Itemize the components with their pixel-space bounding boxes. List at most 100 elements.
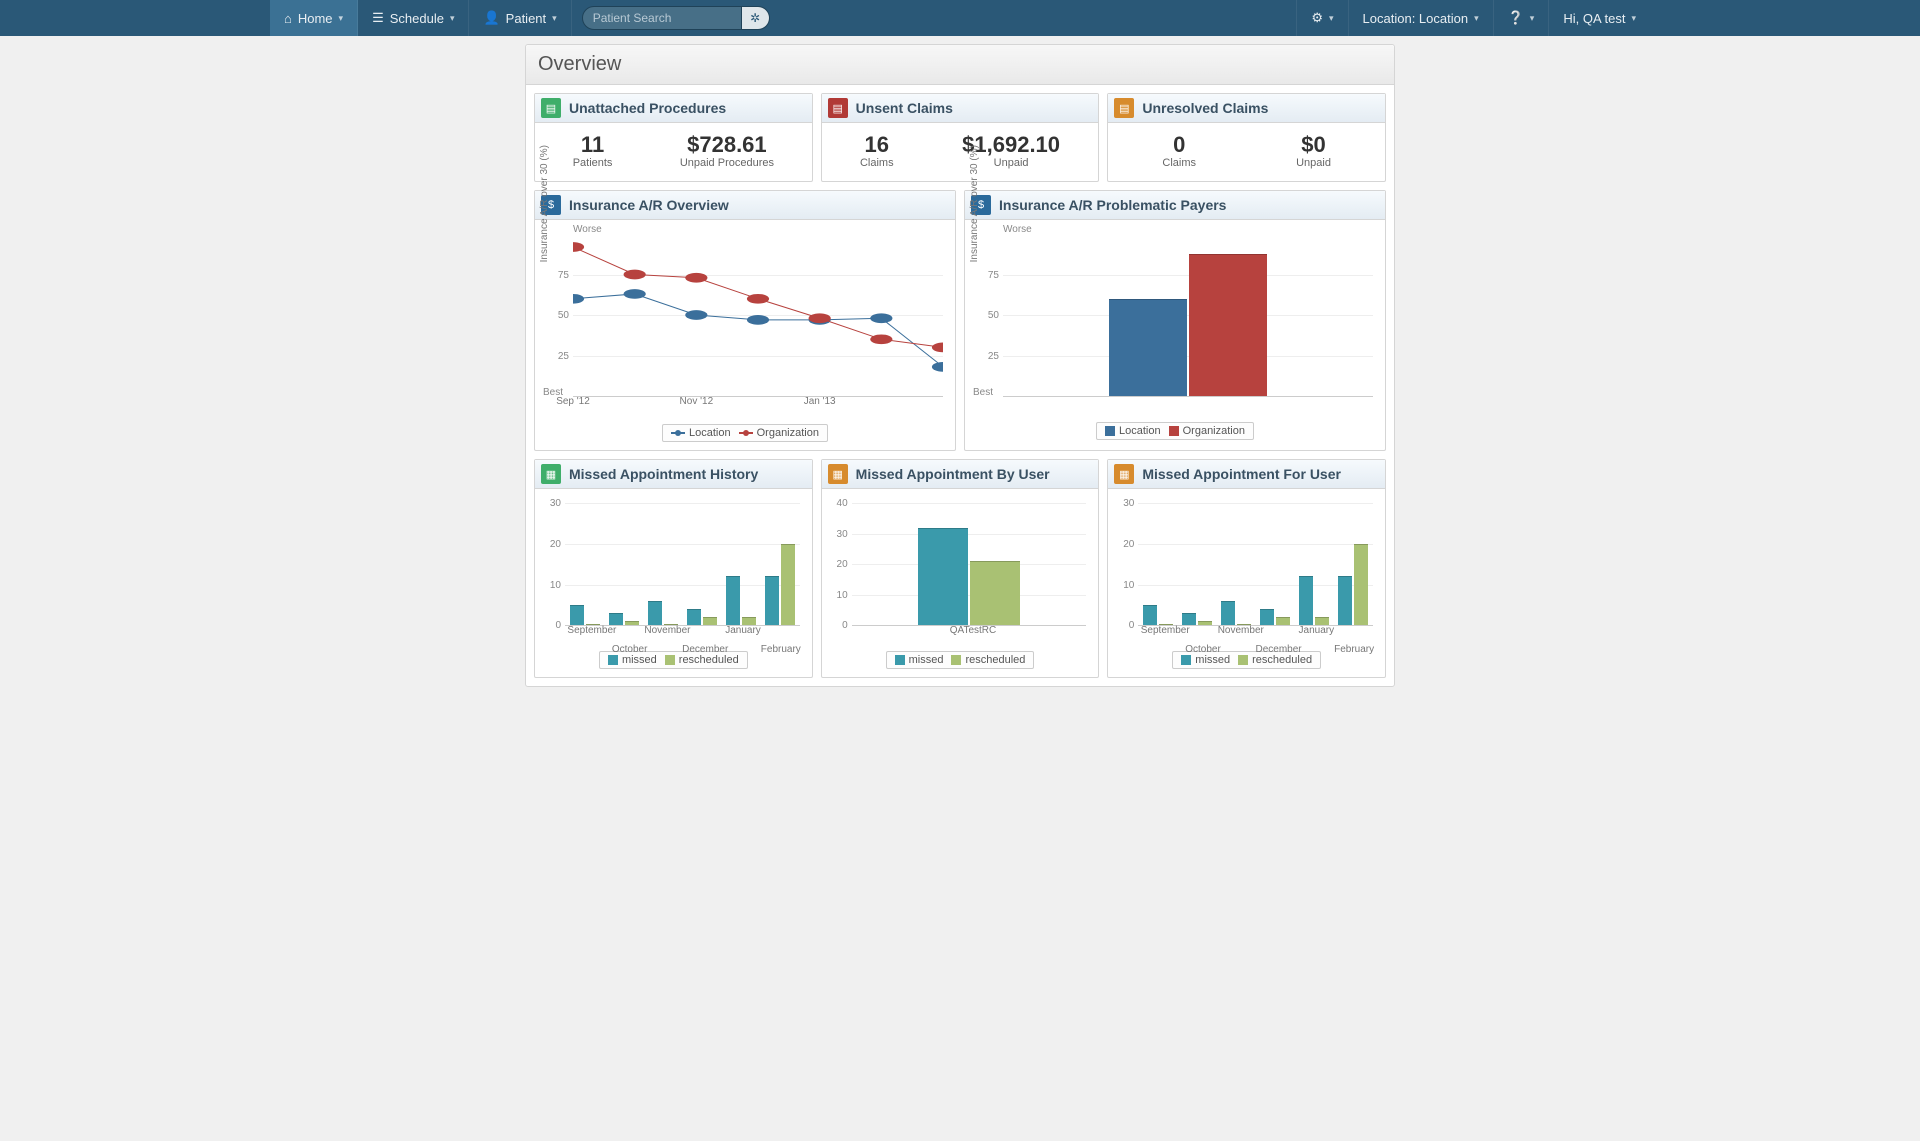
card-missed-for-user: ▦ Missed Appointment For User 0102030 Se… <box>1107 459 1386 678</box>
gear-icon: ⚙ <box>1311 10 1323 26</box>
legend-swatch <box>608 655 618 665</box>
card-title: Missed Appointment History <box>569 466 758 482</box>
chart-missed-by-user: 010203040 QATestRC <box>830 495 1091 645</box>
legend-row: missed rescheduled <box>830 651 1091 669</box>
chart-plot: 0102030 <box>565 503 800 625</box>
nav-patient-label: Patient <box>506 11 546 26</box>
calendar-icon: ▦ <box>541 464 561 484</box>
axis-note-best: Best <box>973 387 993 398</box>
card-header: ▤ Unattached Procedures <box>535 94 812 123</box>
kpi-value: $0 <box>1296 133 1331 157</box>
chart-body: 010203040 QATestRC missed rescheduled <box>822 489 1099 677</box>
legend-swatch <box>665 655 675 665</box>
kpi: $0 Unpaid <box>1296 133 1331 169</box>
card-header: ▦ Missed Appointment By User <box>822 460 1099 489</box>
legend-row: Location Organization <box>973 422 1377 440</box>
chart-body: Worse Insurance A/R over 30 (%) 255075 B… <box>965 220 1385 448</box>
chart-body: 0102030 SeptemberOctoberNovemberDecember… <box>1108 489 1385 677</box>
card-ar-overview: $ Insurance A/R Overview Worse Insurance… <box>534 190 956 451</box>
card-header: ▦ Missed Appointment History <box>535 460 812 489</box>
y-axis-label: Insurance A/R over 30 (%) <box>539 145 550 262</box>
card-unsent[interactable]: ▤ Unsent Claims 16 Claims $1,692.10 Unpa… <box>821 93 1100 182</box>
navbar: ⌂ Home ▾ ☰ Schedule ▾ 👤 Patient ▾ ✲ ⚙ ▾ … <box>0 0 1920 36</box>
search-icon: ✲ <box>750 11 760 25</box>
calendar-icon: ▦ <box>828 464 848 484</box>
nav-help[interactable]: ❔ ▾ <box>1493 0 1549 36</box>
kpi-row: 16 Claims $1,692.10 Unpaid <box>822 123 1099 181</box>
chart-ar-overview: Worse Insurance A/R over 30 (%) 255075 B… <box>543 226 947 416</box>
chart-plot: 255075 <box>1003 234 1373 396</box>
search-input[interactable] <box>582 6 742 30</box>
kpi-label: Claims <box>1162 157 1196 169</box>
card-grid: ▤ Unattached Procedures 11 Patients $728… <box>526 85 1394 686</box>
kpi-value: 0 <box>1162 133 1196 157</box>
card-title: Unsent Claims <box>856 100 953 116</box>
card-ar-payers: $ Insurance A/R Problematic Payers Worse… <box>964 190 1386 451</box>
x-axis-labels: SeptemberOctoberNovemberDecemberJanuaryF… <box>1146 625 1373 645</box>
legend: Location Organization <box>662 424 828 442</box>
card-title: Unresolved Claims <box>1142 100 1268 116</box>
card-unresolved[interactable]: ▤ Unresolved Claims 0 Claims $0 Unpaid <box>1107 93 1386 182</box>
legend-label: Organization <box>1183 425 1245 437</box>
legend-label: missed <box>1195 654 1230 666</box>
caret-down-icon: ▾ <box>450 13 455 24</box>
card-title: Insurance A/R Problematic Payers <box>999 197 1226 213</box>
card-header: $ Insurance A/R Overview <box>535 191 955 220</box>
patient-search: ✲ <box>582 0 770 36</box>
card-header: ▤ Unresolved Claims <box>1108 94 1385 123</box>
legend: missed rescheduled <box>886 651 1035 669</box>
calendar-icon: ☰ <box>372 10 384 26</box>
legend-swatch <box>1169 426 1179 436</box>
legend-swatch <box>1181 655 1191 665</box>
legend-row: Location Organization <box>543 422 947 442</box>
chart-ar-payers: Worse Insurance A/R over 30 (%) 255075 B… <box>973 226 1377 416</box>
legend-label: Location <box>689 427 731 439</box>
legend-label: Location <box>1119 425 1161 437</box>
chart-missed-history: 0102030 SeptemberOctoberNovemberDecember… <box>543 495 804 645</box>
x-axis-labels: Sep '12Nov '12Jan '13 <box>573 396 943 416</box>
nav-location-label: Location: Location <box>1363 11 1469 26</box>
nav-schedule-label: Schedule <box>390 11 444 26</box>
legend-label: rescheduled <box>679 654 739 666</box>
x-axis-labels: SeptemberOctoberNovemberDecemberJanuaryF… <box>573 625 800 645</box>
home-icon: ⌂ <box>284 11 292 26</box>
legend: Location Organization <box>1096 422 1254 440</box>
kpi-row: 11 Patients $728.61 Unpaid Procedures <box>535 123 812 181</box>
clipboard-icon: ▤ <box>541 98 561 118</box>
kpi: 0 Claims <box>1162 133 1196 169</box>
legend-swatch <box>1238 655 1248 665</box>
nav-home[interactable]: ⌂ Home ▾ <box>270 0 358 36</box>
caret-down-icon: ▾ <box>1474 13 1479 24</box>
kpi-value: $728.61 <box>680 133 774 157</box>
legend-label: rescheduled <box>1252 654 1312 666</box>
card-header: $ Insurance A/R Problematic Payers <box>965 191 1385 220</box>
help-icon: ❔ <box>1508 10 1524 26</box>
kpi: $728.61 Unpaid Procedures <box>680 133 774 169</box>
page: Overview ▤ Unattached Procedures 11 Pati… <box>525 44 1395 687</box>
nav-patient[interactable]: 👤 Patient ▾ <box>469 0 571 36</box>
kpi-label: Claims <box>860 157 894 169</box>
card-unattached[interactable]: ▤ Unattached Procedures 11 Patients $728… <box>534 93 813 182</box>
nav-left: ⌂ Home ▾ ☰ Schedule ▾ 👤 Patient ▾ ✲ <box>270 0 770 36</box>
chart-body: Worse Insurance A/R over 30 (%) 255075 B… <box>535 220 955 450</box>
card-title: Insurance A/R Overview <box>569 197 729 213</box>
nav-location[interactable]: Location: Location ▾ <box>1348 0 1493 36</box>
nav-settings[interactable]: ⚙ ▾ <box>1296 0 1347 36</box>
kpi-label: Unpaid Procedures <box>680 157 774 169</box>
card-header: ▤ Unsent Claims <box>822 94 1099 123</box>
kpi-label: Unpaid <box>1296 157 1331 169</box>
kpi-row: 0 Claims $0 Unpaid <box>1108 123 1385 181</box>
caret-down-icon: ▾ <box>339 13 344 24</box>
nav-user[interactable]: Hi, QA test ▾ <box>1548 0 1650 36</box>
legend-swatch <box>951 655 961 665</box>
nav-schedule[interactable]: ☰ Schedule ▾ <box>358 0 469 36</box>
search-button[interactable]: ✲ <box>742 6 770 30</box>
chart-plot: 255075 <box>573 234 943 396</box>
legend-swatch <box>895 655 905 665</box>
caret-down-icon: ▾ <box>552 13 557 24</box>
document-icon: ▤ <box>828 98 848 118</box>
chart-plot: 010203040 <box>852 503 1087 625</box>
calendar-icon: ▦ <box>1114 464 1134 484</box>
x-axis-labels: QATestRC <box>860 625 1087 645</box>
kpi-value: 16 <box>860 133 894 157</box>
